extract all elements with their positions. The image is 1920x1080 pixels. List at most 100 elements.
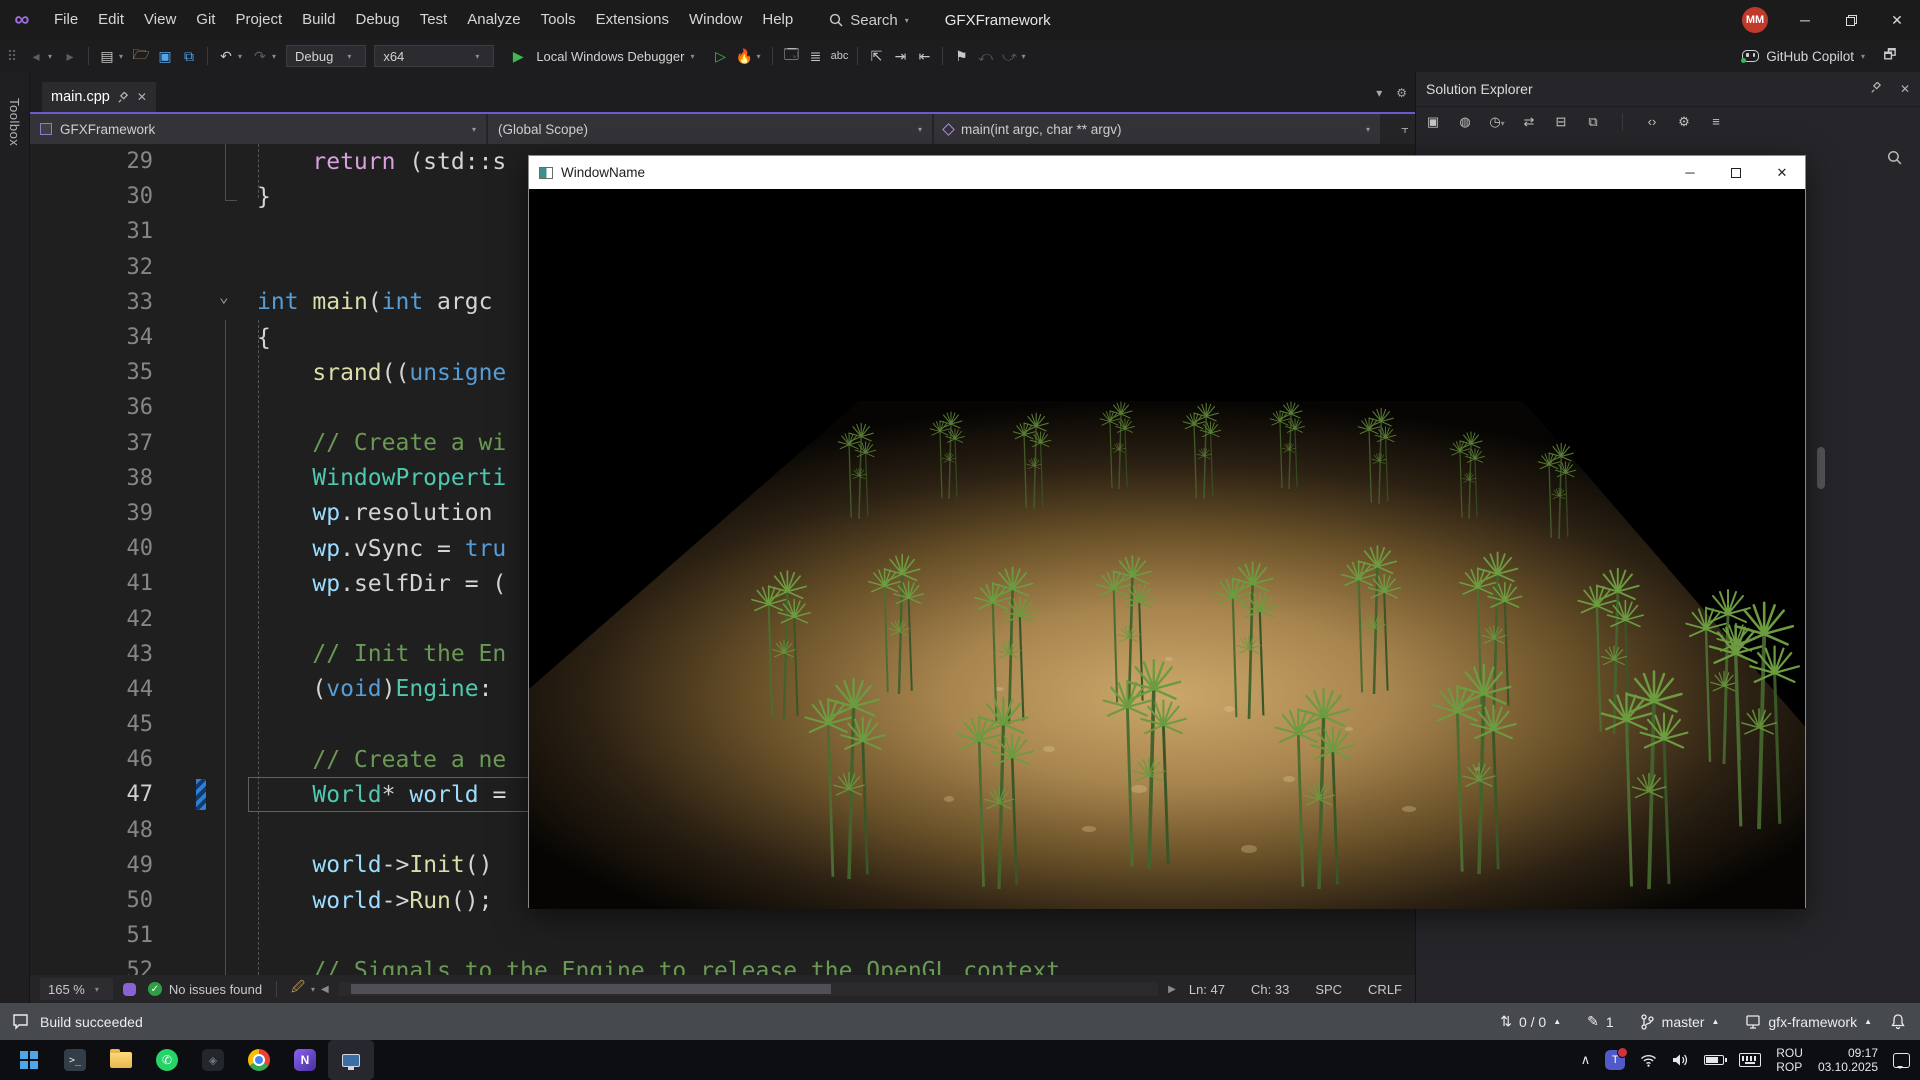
navigate-forward-icon[interactable]: ▸ [58, 48, 82, 65]
menu-item-project[interactable]: Project [225, 0, 292, 40]
switch-views-icon[interactable]: ▣ [1424, 114, 1442, 130]
properties-icon[interactable]: ⧉ [1584, 114, 1602, 130]
tab-main-cpp[interactable]: main.cpp ✕ [42, 82, 156, 112]
sync-commits-button[interactable]: ⇅ 0 / 0 ▲ [1492, 1013, 1569, 1030]
pending-changes-filter-icon[interactable]: ◷▾ [1488, 114, 1506, 130]
menu-item-tools[interactable]: Tools [531, 0, 586, 40]
code-line-52[interactable]: 52 // Signals to the Engine to release t… [30, 953, 1415, 975]
tray-teams-icon[interactable]: T [1605, 1050, 1625, 1070]
insert-mode-indicator[interactable]: SPC [1302, 975, 1355, 1003]
menu-item-git[interactable]: Git [186, 0, 225, 40]
bookmark-icon[interactable]: ⚑ [949, 48, 973, 65]
redo-icon[interactable]: ↷ [248, 48, 272, 65]
health-status[interactable]: No issues found [169, 982, 262, 997]
code-line-41[interactable]: 41 wp.selfDir = ( [30, 566, 1415, 601]
hscroll-right-icon[interactable]: ▶ [1168, 984, 1176, 995]
notifications-bell-icon[interactable] [1890, 1013, 1906, 1030]
taskbar-terminal-icon[interactable]: >_ [52, 1040, 98, 1080]
taskbar-app-icon[interactable]: ◈ [190, 1040, 236, 1080]
active-files-dropdown-icon[interactable]: ▾ [1376, 86, 1382, 100]
code-line-43[interactable]: 43 // Init the En [30, 637, 1415, 672]
code-line-30[interactable]: 30} [30, 179, 1415, 214]
code-editor[interactable]: 29 return (std::s30}313233⌄int main(int … [30, 144, 1415, 975]
menu-item-file[interactable]: File [44, 0, 88, 40]
github-copilot-button[interactable]: GitHub Copilot ▾ 🗗 [1742, 44, 1902, 68]
line-ending-indicator[interactable]: CRLF [1355, 975, 1415, 1003]
start-debugging-button[interactable]: ▶ Local Windows Debugger▾ [498, 48, 708, 65]
next-bookmark-icon[interactable]: ⤻ [997, 48, 1021, 65]
taskbar-running-app-icon[interactable] [328, 1040, 374, 1080]
restore-button[interactable] [1828, 0, 1874, 40]
menu-item-view[interactable]: View [134, 0, 186, 40]
collapse-all-icon[interactable]: ⊟ [1552, 114, 1570, 130]
editor-settings-gear-icon[interactable]: ⚙ [1396, 86, 1407, 100]
notification-center-icon[interactable] [1893, 1053, 1910, 1068]
start-without-debugging-icon[interactable]: ▷ [708, 48, 732, 65]
menu-item-build[interactable]: Build [292, 0, 345, 40]
hot-reload-icon[interactable]: 🔥 [732, 48, 756, 65]
menu-item-extensions[interactable]: Extensions [586, 0, 679, 40]
render-minimize-button[interactable]: ─ [1667, 156, 1713, 189]
code-line-32[interactable]: 32 [30, 250, 1415, 285]
taskbar-whatsapp-icon[interactable]: ✆ [144, 1040, 190, 1080]
indent-out-icon[interactable]: ⇤ [912, 48, 936, 65]
code-line-42[interactable]: 42 [30, 601, 1415, 636]
split-window-icon[interactable]: ⫟ [1401, 121, 1409, 137]
breadcrumb-scope[interactable]: (Global Scope) ▾ [488, 114, 932, 144]
save-all-icon[interactable]: ⧉ [177, 48, 201, 65]
build-target-icon[interactable]: 🗔 [779, 44, 803, 68]
volume-icon[interactable] [1672, 1053, 1689, 1067]
cursor-column-indicator[interactable]: Ch: 33 [1238, 975, 1302, 1003]
menu-item-debug[interactable]: Debug [346, 0, 410, 40]
track-active-item-icon[interactable]: ≡ [1707, 114, 1725, 129]
menu-item-help[interactable]: Help [752, 0, 803, 40]
spell-check-icon[interactable]: abc [827, 50, 851, 62]
search-box[interactable]: Search ▾ [829, 12, 909, 29]
breadcrumb-project[interactable]: GFXFramework ▾ [30, 114, 486, 144]
send-feedback-icon[interactable]: 🗗 [1878, 44, 1902, 68]
menu-item-edit[interactable]: Edit [88, 0, 134, 40]
close-button[interactable]: ✕ [1874, 0, 1920, 40]
repository-button[interactable]: gfx-framework ▲ [1737, 1014, 1880, 1030]
pin-icon[interactable] [1871, 82, 1882, 93]
pin-icon[interactable] [118, 92, 129, 103]
fold-chevron-icon[interactable]: ⌄ [219, 287, 229, 306]
cursor-line-indicator[interactable]: Ln: 47 [1176, 975, 1238, 1003]
code-line-47[interactable]: 47 World* world = [30, 777, 1415, 812]
code-line-46[interactable]: 46 // Create a ne [30, 742, 1415, 777]
account-avatar[interactable]: MM [1742, 7, 1768, 33]
code-line-39[interactable]: 39 wp.resolution [30, 496, 1415, 531]
panel-scrollbar-thumb[interactable] [1817, 447, 1825, 489]
solution-search-icon[interactable] [1887, 150, 1902, 165]
prev-bookmark-icon[interactable]: ⤺ [973, 48, 997, 65]
battery-icon[interactable] [1704, 1055, 1724, 1065]
code-line-31[interactable]: 31 [30, 214, 1415, 249]
feedback-bubble-icon[interactable] [12, 1013, 30, 1031]
language-indicator[interactable]: ROU ROP [1776, 1046, 1803, 1074]
sync-with-active-document-icon[interactable]: ⇄ [1520, 114, 1538, 130]
code-cleanup-button[interactable]: 🖉▾ [291, 978, 321, 1000]
new-project-icon[interactable]: ▤ [95, 48, 119, 65]
wifi-icon[interactable] [1640, 1054, 1657, 1067]
tray-overflow-chevron-icon[interactable]: ∧ [1581, 1052, 1591, 1068]
current-branch-button[interactable]: master ▲ [1632, 1014, 1728, 1030]
taskbar-chrome-icon[interactable] [236, 1040, 282, 1080]
code-line-29[interactable]: 29 return (std::s [30, 144, 1415, 179]
code-line-35[interactable]: 35 srand((unsigne [30, 355, 1415, 390]
code-line-51[interactable]: 51 [30, 918, 1415, 953]
code-line-48[interactable]: 48 [30, 813, 1415, 848]
clock-indicator[interactable]: 09:17 03.10.2025 [1818, 1046, 1878, 1074]
code-line-38[interactable]: 38 WindowProperti [30, 461, 1415, 496]
render-maximize-button[interactable] [1713, 156, 1759, 189]
toolbar-overflow-icon[interactable]: ▾ [1021, 52, 1031, 61]
breadcrumb-symbol[interactable]: main(int argc, char ** argv) ▾ [934, 114, 1380, 144]
render-close-button[interactable]: ✕ [1759, 156, 1805, 189]
open-file-icon[interactable]: 🗁 [129, 44, 153, 68]
touch-keyboard-icon[interactable] [1739, 1053, 1761, 1067]
cursor-select-icon[interactable]: ⇱ [864, 48, 888, 65]
navigate-back-icon[interactable]: ◂ [24, 48, 48, 65]
hscroll-thumb[interactable] [351, 984, 831, 994]
web-view-icon[interactable]: ◍ [1456, 114, 1474, 130]
code-line-34[interactable]: 34{ [30, 320, 1415, 355]
pending-edits-button[interactable]: ✎ 1 [1579, 1013, 1622, 1030]
